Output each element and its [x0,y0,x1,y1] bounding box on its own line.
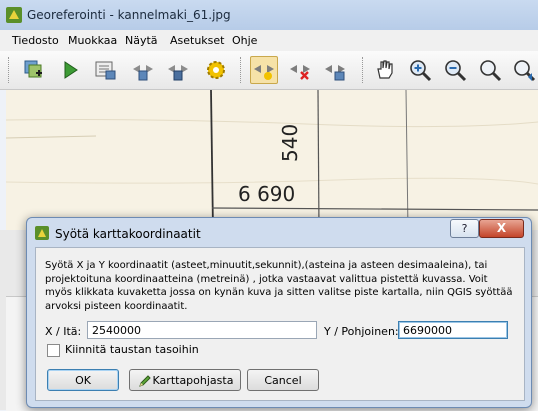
help-button[interactable]: ? [450,219,479,238]
menu-ohje[interactable]: Ohje [232,34,257,47]
toolbar-grip[interactable] [8,57,12,83]
pencil-icon [139,375,151,387]
snap-checkbox[interactable] [47,344,60,357]
y-input[interactable]: 6690000 [398,321,508,339]
toolbar-grip[interactable] [240,57,244,83]
dialog-title: Syötä karttakoordinaatit [55,227,201,241]
start-georeferencing-icon[interactable] [57,57,83,83]
x-label: X / Itä: [45,325,82,338]
zoom-in-icon[interactable] [407,57,433,83]
zoom-last-icon[interactable] [511,57,537,83]
save-gcp-icon[interactable] [165,57,191,83]
map-label-horizontal: 6 690 [238,182,296,206]
zoom-to-layer-icon[interactable] [477,57,503,83]
load-gcp-icon[interactable] [130,57,156,83]
dialog-body: Syötä X ja Y koordinaatit (asteet,minuut… [35,247,525,401]
scanned-map-image [6,90,538,230]
map-label-vertical: 540 [278,123,302,162]
toolbar [0,51,538,90]
y-label: Y / Pohjoinen: [324,325,399,338]
from-map-canvas-button[interactable]: Karttapohjasta [129,369,241,391]
window-title: Georeferointi - kannelmaki_61.jpg [27,8,231,22]
menu-tiedosto[interactable]: Tiedosto [12,34,59,47]
move-point-icon[interactable] [322,57,348,83]
open-raster-icon[interactable] [20,57,46,83]
cancel-button[interactable]: Cancel [247,369,319,391]
menu-nayta[interactable]: Näytä [125,34,158,47]
add-point-icon[interactable] [250,56,278,84]
snap-label: Kiinnitä taustan tasoihin [65,343,199,356]
menu-muokkaa[interactable]: Muokkaa [68,34,117,47]
map-canvas[interactable]: 540 6 690 [6,90,538,230]
x-input[interactable]: 2540000 [87,321,317,339]
zoom-out-icon[interactable] [442,57,468,83]
from-map-canvas-label: Karttapohjasta [152,374,234,387]
close-button[interactable]: X [479,219,524,238]
menu-bar: Tiedosto Muokkaa Näytä Asetukset Ohje [0,30,538,52]
dialog-description: Syötä X ja Y koordinaatit (asteet,minuut… [45,260,513,312]
generate-gdal-script-icon[interactable] [92,57,118,83]
window-titlebar: Georeferointi - kannelmaki_61.jpg [0,0,538,30]
toolbar-grip[interactable] [362,57,366,83]
qgis-logo-icon [6,7,22,23]
qgis-logo-icon [35,226,49,240]
transformation-settings-icon[interactable] [203,57,229,83]
delete-point-icon[interactable] [287,57,313,83]
ok-button[interactable]: OK [47,369,119,391]
menu-asetukset[interactable]: Asetukset [170,34,225,47]
pan-icon[interactable] [372,57,398,83]
enter-map-coordinates-dialog: Syötä karttakoordinaatit ? X Syötä X ja … [26,217,532,408]
